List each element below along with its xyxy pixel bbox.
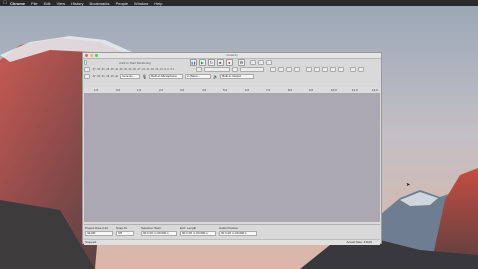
project-rate-select[interactable]: 44100 [85, 231, 113, 236]
redo-icon[interactable] [358, 67, 364, 72]
ruler-tick: 4.0 [202, 88, 207, 92]
menu-history[interactable]: History [71, 1, 83, 6]
input-slider[interactable] [204, 67, 230, 72]
loop-icon: ↻ [209, 60, 214, 65]
ruler-tick: 2.0 [159, 88, 164, 92]
channels-select[interactable]: 2 (Stere... [185, 74, 212, 79]
snap-to-select[interactable]: Off [116, 231, 134, 236]
window-title: Audacity [226, 53, 238, 57]
gear-icon: ⚙ [239, 60, 244, 65]
silence-icon[interactable] [338, 67, 344, 72]
speaker-volume-icon[interactable] [232, 67, 238, 72]
mouse-cursor-icon: ➤ [406, 182, 411, 188]
selection-start-label: Selection Start: [141, 226, 162, 230]
speaker-icon: 🔈 [213, 74, 219, 79]
cut-icon[interactable] [306, 67, 312, 72]
menu-file[interactable]: File [31, 1, 37, 6]
copy-icon[interactable] [314, 67, 320, 72]
select-tool-icon[interactable] [249, 60, 256, 65]
track-area[interactable] [84, 94, 380, 222]
stop-button[interactable]: ■ [216, 59, 224, 66]
ruler-tick: 12.0 [372, 88, 378, 92]
end-radio-label[interactable]: End [180, 226, 185, 230]
zoom-in-icon[interactable] [270, 67, 276, 72]
meter-monitor-text[interactable]: Click to Start Monitoring [119, 61, 151, 65]
menu-help[interactable]: Help [154, 1, 162, 6]
play-icon: ▶ [200, 60, 204, 65]
settings-button[interactable]: ⚙ [237, 59, 245, 66]
output-slider[interactable] [240, 67, 264, 72]
trim-icon[interactable] [330, 67, 336, 72]
ruler-tick: 7.0 [266, 88, 271, 92]
apple-icon[interactable]:  [0, 0, 10, 6]
menu-people[interactable]: People [116, 1, 128, 6]
ruler-tick: 10.0 [331, 88, 337, 92]
ruler-tick: 5.0 [223, 88, 228, 92]
audio-position-field[interactable]: 00 h 00 m 00.000 s [219, 231, 257, 236]
ruler-tick: 11.0 [352, 88, 358, 92]
menu-bookmarks[interactable]: Bookmarks [90, 1, 110, 6]
audio-host-select[interactable]: Core Au... [120, 74, 140, 79]
menu-view[interactable]: View [56, 1, 65, 6]
audacity-window: Audacity Click to Start Monitoring ❚❚ ▶ … [82, 52, 382, 245]
selection-end-field[interactable]: 00 h 00 m 00.000 s [180, 231, 216, 236]
pause-icon: ❚❚ [190, 60, 196, 65]
toolbar-area: Click to Start Monitoring ❚❚ ▶ ↻ ■ ● ⚙ -… [84, 59, 380, 80]
microphone-icon: 🎙 [142, 74, 148, 79]
ruler-tick: 8.0 [288, 88, 293, 92]
stop-icon: ■ [219, 60, 222, 65]
fit-project-icon[interactable] [294, 67, 300, 72]
pause-button[interactable]: ❚❚ [189, 59, 197, 66]
undo-icon[interactable] [350, 67, 356, 72]
menu-edit[interactable]: Edit [44, 1, 51, 6]
loop-button[interactable]: ↻ [207, 59, 215, 66]
mic-volume-icon[interactable] [196, 67, 202, 72]
play-button[interactable]: ▶ [198, 59, 206, 66]
paste-icon[interactable] [322, 67, 328, 72]
record-icon: ● [228, 60, 231, 65]
ruler-tick: 6.0 [245, 88, 250, 92]
status-bar: Stopped. Actual Rate: 44100 [84, 239, 380, 245]
status-text: Stopped. [85, 240, 98, 244]
selection-start-field[interactable]: 00 h 00 m 00.000 s [141, 231, 177, 236]
ruler-tick: 0.0 [116, 88, 121, 92]
timeline-ruler[interactable]: 1.0 0.0 1.0 2.0 3.0 4.0 5.0 6.0 7.0 8.0 … [84, 87, 380, 94]
ruler-tick: 9.0 [309, 88, 314, 92]
toolbar-grip-icon[interactable] [84, 60, 87, 65]
length-radio-label[interactable]: Length [187, 226, 196, 230]
ruler-tick: 3.0 [180, 88, 185, 92]
play-meter-icon[interactable] [84, 74, 90, 79]
actual-rate-text: Actual Rate: 44100 [346, 240, 372, 244]
menu-window[interactable]: Window [134, 1, 148, 6]
mac-menubar:  Chrome File Edit View History Bookmark… [0, 0, 478, 6]
fit-selection-icon[interactable] [286, 67, 292, 72]
selection-toolbar: Project Rate (Hz): 44100 Snap-To Off Sel… [84, 224, 380, 239]
ruler-tick: 1.0 [94, 88, 99, 92]
envelope-tool-icon[interactable] [257, 60, 264, 65]
recording-device-select[interactable]: Built-in Microphone [149, 74, 184, 79]
record-button[interactable]: ● [225, 59, 233, 66]
zoom-out-icon[interactable] [278, 67, 284, 72]
playback-meter-scale[interactable]: -57 -54 -51 -48 -45 -42 -3 0 [92, 75, 118, 78]
record-meter-scale[interactable]: -57 -54 -51 -48 -45 -42 -39 -36 -33 -30 … [92, 68, 188, 71]
draw-tool-icon[interactable] [265, 60, 272, 65]
project-rate-label: Project Rate (Hz): [85, 226, 109, 230]
mic-meter-icon[interactable] [84, 67, 90, 72]
snap-to-label: Snap-To [116, 226, 128, 230]
menu-app-name[interactable]: Chrome [10, 1, 25, 6]
ruler-tick: 1.0 [137, 88, 142, 92]
audio-position-label: Audio Position: [219, 226, 240, 230]
playback-device-select[interactable]: Built-in Output [220, 74, 255, 79]
